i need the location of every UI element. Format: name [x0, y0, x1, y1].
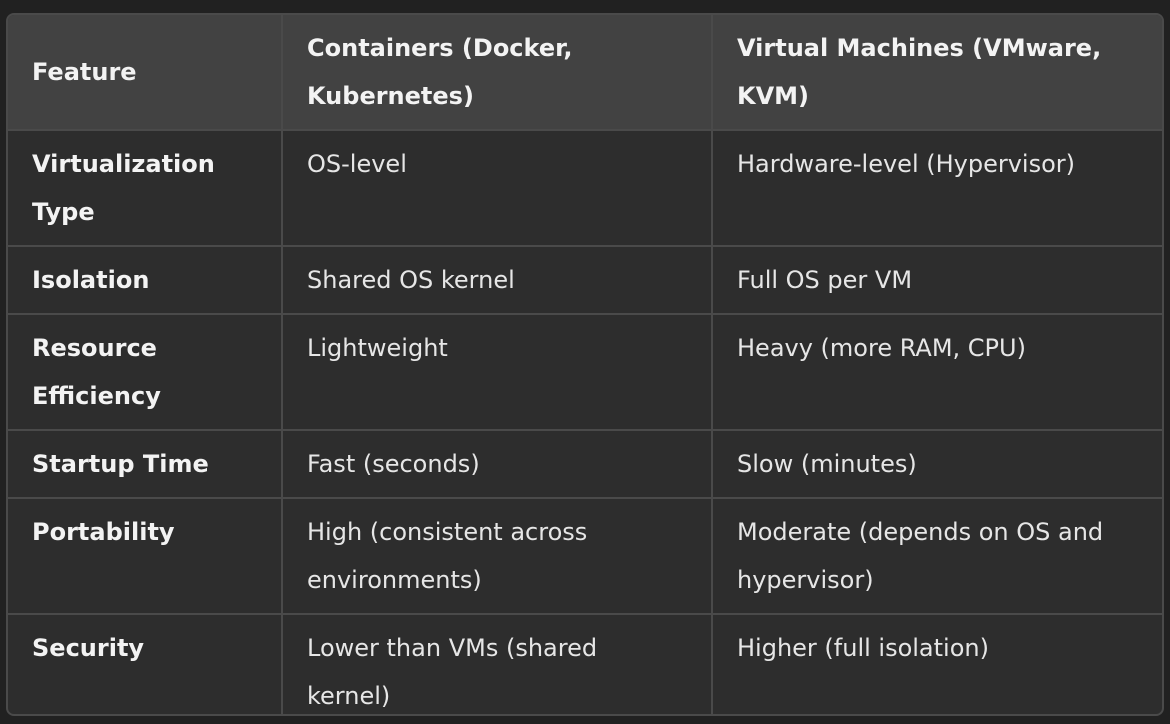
containers-cell: Lightweight [282, 314, 713, 431]
table-row: Virtualization Type OS-level Hardware-le… [8, 130, 1162, 247]
table-row: Startup Time Fast (seconds) Slow (minute… [8, 430, 1162, 499]
vm-cell: Slow (minutes) [712, 430, 1162, 499]
vm-cell: Heavy (more RAM, CPU) [712, 314, 1162, 431]
feature-cell: Startup Time [8, 430, 283, 499]
table-row: Security Lower than VMs (shared kernel) … [8, 614, 1162, 714]
vm-cell: Hardware-level (Hypervisor) [712, 130, 1162, 247]
vm-cell: Higher (full isolation) [737, 634, 989, 662]
table-row: Resource Efficiency Lightweight Heavy (m… [8, 314, 1162, 431]
feature-cell: Resource Efficiency [8, 314, 283, 431]
header-feature: Feature [8, 15, 283, 131]
feature-cell: Portability [8, 498, 283, 615]
header-virtual-machines: Virtual Machines (VMware, KVM) [712, 15, 1162, 131]
vm-cell: Full OS per VM [712, 246, 1162, 315]
header-containers: Containers (Docker, Kubernetes) [282, 15, 713, 131]
containers-cell: OS-level [282, 130, 713, 247]
table-row: Portability High (consistent across envi… [8, 498, 1162, 615]
vm-cell: Moderate (depends on OS and hypervisor) [712, 498, 1162, 615]
containers-cell: Lower than VMs (shared kernel) [282, 614, 713, 714]
table-row: Isolation Shared OS kernel Full OS per V… [8, 246, 1162, 315]
comparison-table-container: Feature Containers (Docker, Kubernetes) … [6, 13, 1164, 716]
containers-cell: High (consistent across environments) [282, 498, 713, 615]
comparison-table: Feature Containers (Docker, Kubernetes) … [8, 15, 1162, 714]
containers-cell: Shared OS kernel [282, 246, 713, 315]
containers-cell: Fast (seconds) [282, 430, 713, 499]
feature-cell: Isolation [8, 246, 283, 315]
table-header: Feature Containers (Docker, Kubernetes) … [8, 15, 1162, 131]
feature-cell: Security [8, 614, 283, 714]
feature-cell: Virtualization Type [8, 130, 283, 247]
table-body: Virtualization Type OS-level Hardware-le… [8, 130, 1162, 714]
header-row: Feature Containers (Docker, Kubernetes) … [8, 15, 1162, 131]
